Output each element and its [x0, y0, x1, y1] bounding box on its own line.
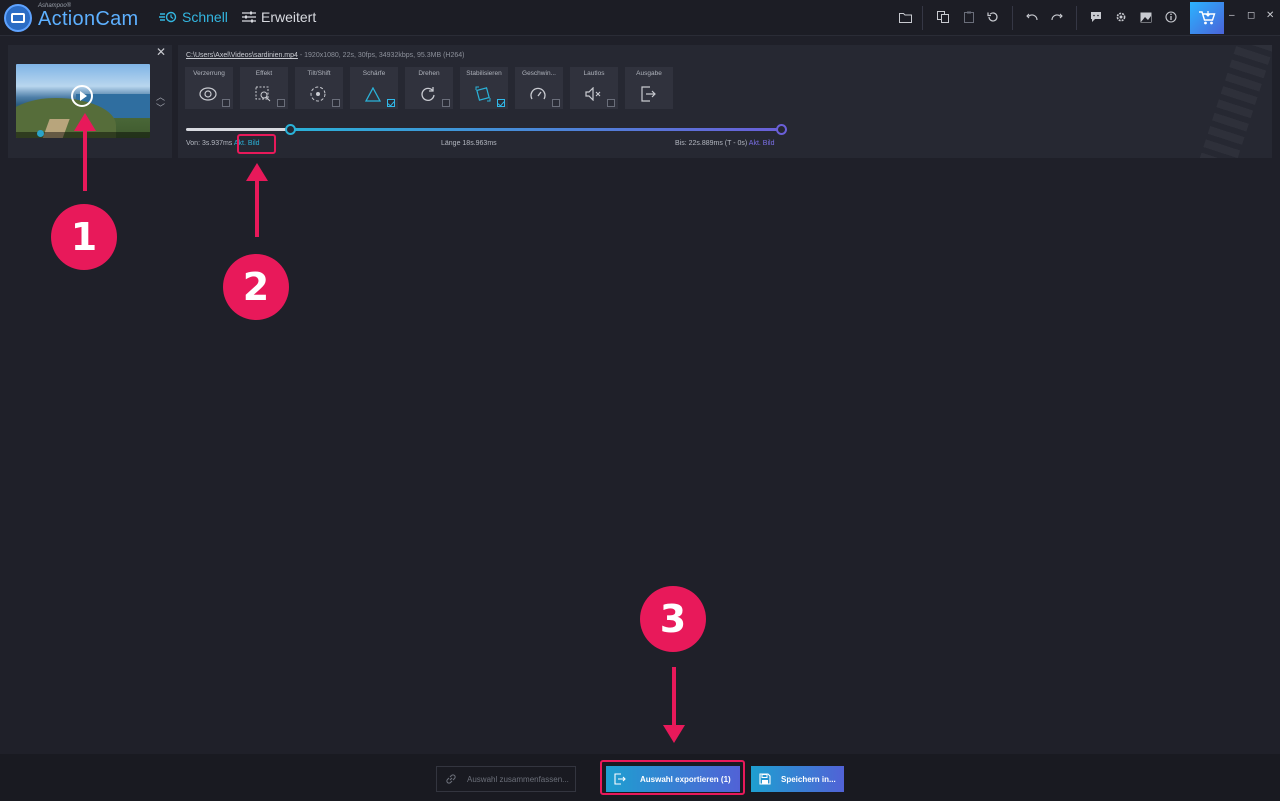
output-icon [638, 84, 658, 104]
mode-erweitert-label: Erweitert [261, 9, 317, 25]
trim-end-info: Bis: 22s.889ms (T - 0s) Akt. Bild [675, 140, 774, 147]
stabilize-icon [473, 84, 493, 104]
reset-icon[interactable] [986, 10, 1000, 24]
minimize-button[interactable]: – [1229, 10, 1235, 21]
tool-checkbox[interactable] [442, 99, 450, 107]
image-icon[interactable] [1139, 10, 1153, 24]
filmstrip-decoration [1197, 45, 1272, 158]
tool-strip: Verzerrung Effekt Tilt/Shift Schärfe Dre… [185, 67, 673, 109]
file-meta: - 1920x1080, 22s, 30fps, 34932kbps, 95.3… [297, 52, 465, 59]
quick-mode-icon [159, 11, 177, 23]
tool-lautlos[interactable]: Lautlos [570, 67, 618, 109]
tool-stabilisieren[interactable]: Stabilisieren [460, 67, 508, 109]
paste-icon[interactable] [962, 10, 976, 24]
tool-geschwindigkeit[interactable]: Geschwin... [515, 67, 563, 109]
tool-label: Verzerrung [193, 70, 225, 77]
trim-end-handle[interactable] [776, 124, 787, 135]
copy-icon[interactable] [936, 10, 950, 24]
tool-label: Geschwin... [522, 70, 556, 77]
close-window-button[interactable]: ✕ [1266, 10, 1274, 21]
annotation-arrow-3-shaft [672, 667, 676, 729]
tool-label: Ausgabe [636, 70, 662, 77]
redo-icon[interactable] [1050, 10, 1064, 24]
tool-checkbox[interactable] [277, 99, 285, 107]
file-info: C:\Users\Axel\Videos\sardinien.mp4 - 192… [186, 52, 464, 59]
restore-button[interactable]: ◻ [1247, 10, 1255, 21]
info-icon[interactable] [1164, 10, 1178, 24]
app-logo-icon [4, 4, 32, 32]
rotate-icon [418, 84, 438, 104]
trim-start-handle[interactable] [285, 124, 296, 135]
tool-verzerrung[interactable]: Verzerrung [185, 67, 233, 109]
save-label: Speichern in... [781, 774, 836, 784]
annotation-badge-3: 3 [640, 586, 706, 652]
tool-checkbox[interactable] [552, 99, 560, 107]
tool-checkbox[interactable] [222, 99, 230, 107]
save-to-button[interactable]: Speichern in... [751, 766, 844, 792]
mode-schnell-label: Schnell [182, 9, 228, 25]
tool-label: Lautlos [583, 70, 605, 77]
speed-icon [528, 84, 548, 104]
tool-checkbox[interactable] [607, 99, 615, 107]
tool-label: Schärfe [362, 70, 386, 77]
mode-schnell-tab[interactable]: Schnell [159, 9, 228, 25]
tool-checkbox-checked[interactable] [387, 99, 395, 107]
tool-ausgabe[interactable]: Ausgabe [625, 67, 673, 109]
clip-editor-panel: C:\Users\Axel\Videos\sardinien.mp4 - 192… [178, 45, 1272, 158]
merge-label: Auswahl zusammenfassen... [467, 774, 569, 784]
set-end-current-frame-link[interactable]: Akt. Bild [749, 140, 775, 147]
sharpness-icon [363, 84, 383, 104]
annotation-arrow-3 [663, 725, 685, 743]
settings-icon[interactable] [1114, 10, 1128, 24]
tool-label: Drehen [418, 70, 440, 77]
mode-erweitert-tab[interactable]: Erweitert [242, 9, 316, 25]
folder-icon[interactable] [898, 10, 912, 24]
tool-schaerfe[interactable]: Schärfe [350, 67, 398, 109]
cart-icon[interactable] [1190, 2, 1224, 34]
app-title: ActionCam [38, 8, 139, 30]
effect-icon [253, 84, 273, 104]
tool-effekt[interactable]: Effekt [240, 67, 288, 109]
link-icon [446, 774, 456, 784]
tool-checkbox[interactable] [332, 99, 340, 107]
start-time-label: Von: 3s.937ms [186, 140, 233, 147]
save-icon [759, 773, 771, 785]
tool-checkbox-checked[interactable] [497, 99, 505, 107]
move-down-icon[interactable]: ﹀ [156, 101, 165, 114]
lens-icon [198, 84, 218, 104]
annotation-highlight-3 [600, 760, 745, 795]
tool-tiltshift[interactable]: Tilt/Shift [295, 67, 343, 109]
tool-label: Tilt/Shift [307, 70, 331, 77]
annotation-highlight-2 [237, 134, 276, 154]
tiltshift-icon [308, 84, 328, 104]
merge-selection-button[interactable]: Auswahl zusammenfassen... [436, 766, 576, 792]
sliders-icon [242, 11, 256, 23]
annotation-arrow-1-shaft [83, 129, 87, 191]
tool-label: Effekt [255, 70, 273, 77]
end-time-label: Bis: 22s.889ms (T - 0s) [675, 140, 748, 147]
thumbnail-position-dot[interactable] [37, 130, 44, 137]
annotation-badge-2: 2 [223, 254, 289, 320]
annotation-badge-1: 1 [51, 204, 117, 270]
tool-drehen[interactable]: Drehen [405, 67, 453, 109]
undo-icon[interactable] [1025, 10, 1039, 24]
play-icon[interactable] [71, 85, 93, 107]
mute-icon [583, 84, 603, 104]
annotation-arrow-2-shaft [255, 179, 259, 237]
trim-slider-selection [290, 128, 782, 131]
clip-list-item: ✕ ︿ ﹀ [8, 45, 172, 158]
title-bar: Ashampoo® ActionCam Schnell Erweitert – … [0, 0, 1280, 36]
file-path-link[interactable]: C:\Users\Axel\Videos\sardinien.mp4 [186, 52, 298, 59]
tool-label: Stabilisieren [466, 70, 502, 77]
chat-icon[interactable] [1089, 10, 1103, 24]
selection-length-label: Länge 18s.963ms [441, 140, 497, 147]
remove-clip-button[interactable]: ✕ [156, 45, 166, 59]
